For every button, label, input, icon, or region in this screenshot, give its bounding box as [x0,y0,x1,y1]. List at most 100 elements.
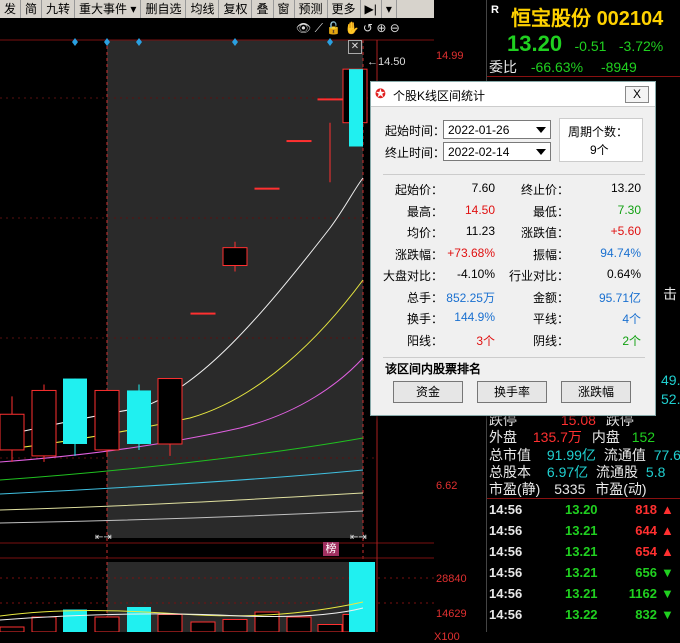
stat-value: +5.60 [610,224,641,238]
stat-value: 0.64% [606,267,641,281]
stat-value: 94.74% [600,245,641,260]
zsz-label: 总市值 [489,447,531,463]
candle-body[interactable] [94,389,120,451]
selection-range [107,40,363,538]
candle-body[interactable] [222,247,248,266]
candle-body[interactable] [127,390,151,444]
tick-time: 14:56 [489,544,523,559]
stat-label: 总手： [406,290,443,305]
price-row: 13.20 -0.51 -3.72% [507,31,663,57]
pe-row: 市盈(静) 5335 市盈(动) [489,479,647,499]
tick-price: 13.21 [565,565,598,580]
price-change-pct: -3.72% [618,38,664,54]
stat-label: 最低： [532,204,569,219]
side-fragment-3: 52. [661,391,680,407]
candle-body[interactable] [254,187,280,190]
period-count-box: 周期个数： 9个 [559,118,643,162]
tick-time: 14:56 [489,502,523,517]
end-time-label: 终止时间： [385,146,446,160]
chart-toolbar: 发 简 九转 重大事件 ▾ 删自选 均线 复权 叠 窗 预测 更多 ▶| ▾ [0,0,434,19]
volume-bar [63,609,87,632]
toolbar-item-restore-rights[interactable]: 复权 [219,0,253,18]
high-price-label: 14.50 [378,56,406,68]
volume-bar [94,616,120,632]
tick-price: 13.20 [565,502,598,517]
stat-value: 3个 [476,333,495,348]
toolbar-item-ma[interactable]: 均线 [186,0,220,18]
outer-inner-row: 外盘 135.7万 内盘 152 [489,427,655,447]
end-time-select[interactable]: 2022-02-14 [443,142,551,161]
side-fragment-2: 49. [661,372,680,388]
stat-label: 最高： [406,204,443,219]
stat-value: 7.60 [471,181,495,195]
tick-row: 14:56 13.21 644 ▲ [489,523,679,543]
toolbar-item-forecast[interactable]: 预测 [295,0,328,18]
tick-time: 14:56 [489,523,523,538]
toolbar-item-more[interactable]: 更多 [328,0,361,18]
stat-label: 均价： [406,226,443,240]
candle-body[interactable] [63,378,87,444]
rank-by-turnover-button[interactable]: 换手率 [477,381,547,403]
arrow-up-icon: ▲ [661,523,674,538]
start-time-select[interactable]: 2022-01-26 [443,120,551,139]
zoom-out-icon[interactable]: ⊖ [390,21,400,35]
stat-label: 涨跌值： [520,226,569,240]
toolbar-item-major-events[interactable]: 重大事件 ▾ [75,0,142,18]
candle-body[interactable] [286,140,312,143]
zoom-reset-icon[interactable]: ↺ [363,21,373,35]
volume-bar [190,621,216,632]
draw-line-icon[interactable]: ⟋ [315,21,323,35]
rank-badge[interactable]: 榜 [323,542,339,556]
candle-body[interactable] [190,312,216,315]
dialog-titlebar[interactable]: ✪ 个股K线区间统计 X [371,82,655,107]
period-count-label: 周期个数： [568,125,629,139]
kline-svg[interactable]: ⇤⇥ ⇤⇥ [0,18,434,632]
eye-icon[interactable]: 👁 [296,21,311,35]
candle-body-last[interactable] [349,69,363,147]
weibi-label: 委比 [489,59,517,75]
stat-value: 95.71亿 [598,290,641,305]
rank-by-capital-button[interactable]: 资金 [393,381,463,403]
zsz-value: 91.99亿 [546,447,596,463]
high-price-marker: ←14.50 [367,56,406,68]
volume-bar [286,616,312,632]
pe-static-value: 5335 [554,481,586,497]
candle-body[interactable] [0,413,25,451]
tick-time: 14:56 [489,565,523,580]
arrow-down-icon: ▼ [661,586,674,601]
lock-icon[interactable]: 🔓 [326,21,341,35]
toolbar-item-remove-watch[interactable]: 删自选 [141,0,187,18]
start-time-label: 起始时间： [385,124,446,138]
toolbar-item-jian[interactable]: 简 [21,0,43,18]
axis-volume-top: 28840 [436,573,467,585]
hand-icon[interactable]: ✋ [345,21,360,35]
tick-row: 14:56 13.21 1162 ▼ [489,586,679,606]
candle-body[interactable] [31,389,57,457]
rank-by-change-button[interactable]: 涨跌幅 [561,381,631,403]
tick-price: 13.22 [565,607,598,622]
candle-body[interactable] [157,378,183,445]
pe-static-label: 市盈(静) [489,481,541,497]
kline-chart[interactable]: ⇤⇥ ⇤⇥ 👁 ⟋ 🔓 ✋ ↺ ⊕ ⊖ ✕ ←14.50 14.99 6.62 … [0,18,467,643]
close-button[interactable]: X [625,86,649,103]
toolbar-item-window[interactable]: 窗 [274,0,295,18]
toolbar-item-fa[interactable]: 发 [0,0,22,18]
stat-label: 金额： [532,290,569,305]
stat-label: 大盘对比： [383,269,444,283]
zoom-in-icon[interactable]: ⊕ [376,21,386,35]
toolbar-item-overlay[interactable]: 叠 [252,0,274,18]
stat-value: 144.9% [454,310,495,324]
axis-volume-mid: 14629 [436,608,467,620]
toolbar-dropdown-icon[interactable]: ▾ [382,0,397,18]
side-fragment-1: 击 [663,286,677,302]
toolbar-item-jiuzhuan[interactable]: 九转 [42,0,76,18]
stock-name: 恒宝股份 002104 [511,2,663,31]
skip-end-icon[interactable]: ▶| [361,0,382,18]
close-selection-icon[interactable]: ✕ [348,40,362,54]
stat-value: 13.20 [610,181,641,195]
range-start-handle: ⇤⇥ [95,532,112,543]
start-time-value: 2022-01-26 [448,123,510,137]
dropdown-arrow-icon: ▾ [130,2,137,16]
candle-body[interactable] [317,98,343,101]
stat-value: -4.10% [456,267,495,281]
